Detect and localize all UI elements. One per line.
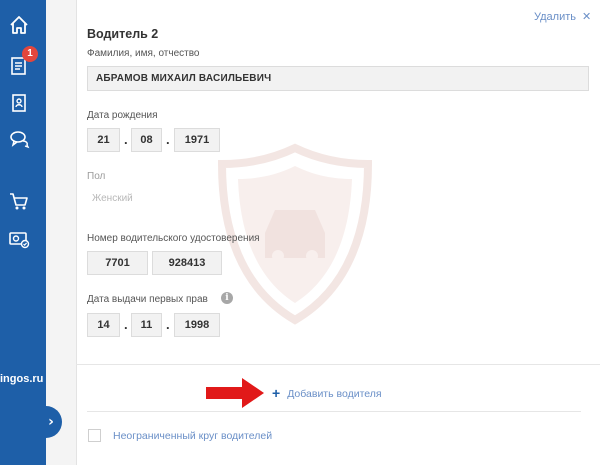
gender-label: Пол [87, 171, 106, 182]
add-driver-button[interactable]: + Добавить водителя [272, 385, 382, 401]
driver-title: Водитель 2 [87, 27, 159, 41]
sidebar-gutter [46, 0, 77, 465]
delete-driver-label: Удалить [534, 11, 576, 23]
delete-driver-button[interactable]: Удалить ✕ [534, 10, 591, 23]
unlimited-drivers-label[interactable]: Неограниченный круг водителей [113, 430, 272, 442]
license-series-field[interactable]: 7701 [87, 251, 148, 275]
payment-card-icon[interactable] [8, 228, 30, 250]
license-number-field[interactable]: 928413 [152, 251, 222, 275]
chat-icon[interactable] [8, 128, 30, 150]
cart-icon[interactable] [8, 190, 30, 212]
name-field[interactable]: АБРАМОВ МИХАИЛ ВАСИЛЬЕВИЧ [87, 66, 589, 91]
close-icon: ✕ [582, 11, 592, 23]
date-separator: . [166, 317, 170, 332]
info-icon[interactable]: i [221, 292, 233, 304]
date-separator: . [166, 132, 170, 147]
license-label: Номер водительского удостоверения [87, 233, 260, 244]
policy-icon[interactable] [8, 92, 30, 114]
first-license-year-field[interactable]: 1998 [174, 313, 220, 337]
first-license-label: Дата выдачи первых прав [87, 294, 208, 305]
name-label: Фамилия, имя, отчество [87, 48, 200, 59]
first-license-day-field[interactable]: 14 [87, 313, 120, 337]
birth-year-field[interactable]: 1971 [174, 128, 220, 152]
red-arrow-icon [206, 378, 264, 408]
section-divider [76, 364, 600, 365]
brand-site-label: ingos.ru [0, 373, 44, 385]
add-driver-label: Добавить водителя [287, 388, 382, 400]
unlimited-drivers-checkbox[interactable] [88, 429, 101, 442]
birth-date-label: Дата рождения [87, 110, 158, 121]
home-icon[interactable] [8, 14, 30, 36]
gender-select[interactable]: Женский [92, 193, 133, 204]
plus-icon: + [272, 385, 281, 401]
first-license-month-field[interactable]: 11 [131, 313, 162, 337]
birth-month-field[interactable]: 08 [131, 128, 162, 152]
date-separator: . [124, 317, 128, 332]
date-separator: . [124, 132, 128, 147]
sidebar: 1 ingos.ru [0, 0, 46, 465]
notification-badge: 1 [22, 46, 38, 62]
section-divider [87, 411, 581, 412]
birth-day-field[interactable]: 21 [87, 128, 120, 152]
